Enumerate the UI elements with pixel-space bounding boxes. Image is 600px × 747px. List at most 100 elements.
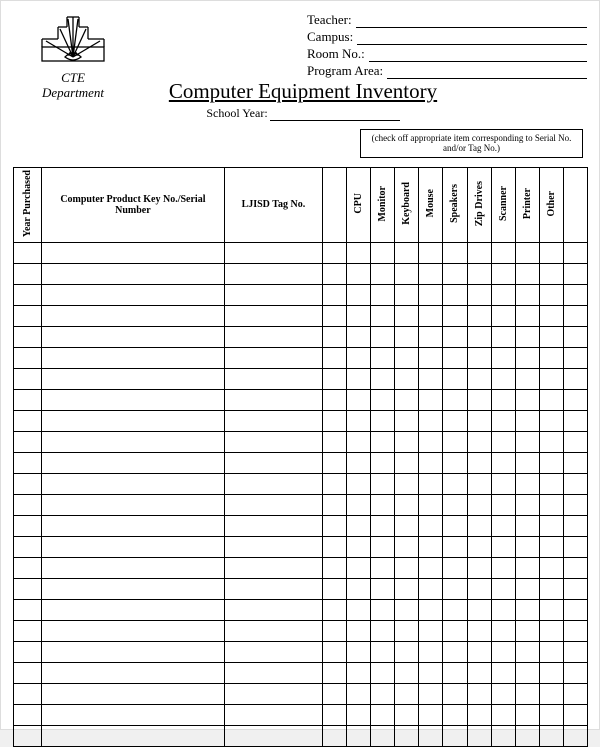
table-cell[interactable] <box>467 600 491 621</box>
table-cell[interactable] <box>371 432 395 453</box>
table-cell[interactable] <box>42 579 225 600</box>
table-cell[interactable] <box>42 516 225 537</box>
table-cell[interactable] <box>323 327 347 348</box>
table-cell[interactable] <box>443 411 467 432</box>
table-cell[interactable] <box>323 642 347 663</box>
table-cell[interactable] <box>467 684 491 705</box>
table-cell[interactable] <box>539 558 563 579</box>
table-cell[interactable] <box>323 705 347 726</box>
table-cell[interactable] <box>539 453 563 474</box>
table-cell[interactable] <box>491 705 515 726</box>
table-cell[interactable] <box>347 600 371 621</box>
table-cell[interactable] <box>42 285 225 306</box>
table-cell[interactable] <box>395 684 419 705</box>
table-cell[interactable] <box>224 558 322 579</box>
table-cell[interactable] <box>224 411 322 432</box>
table-cell[interactable] <box>515 411 539 432</box>
table-cell[interactable] <box>515 642 539 663</box>
table-cell[interactable] <box>371 537 395 558</box>
table-cell[interactable] <box>42 537 225 558</box>
table-cell[interactable] <box>224 621 322 642</box>
table-cell[interactable] <box>347 474 371 495</box>
table-cell[interactable] <box>371 558 395 579</box>
table-cell[interactable] <box>371 663 395 684</box>
table-cell[interactable] <box>467 369 491 390</box>
table-cell[interactable] <box>395 705 419 726</box>
table-cell[interactable] <box>539 705 563 726</box>
table-cell[interactable] <box>371 390 395 411</box>
table-cell[interactable] <box>563 390 587 411</box>
table-cell[interactable] <box>443 432 467 453</box>
table-cell[interactable] <box>467 306 491 327</box>
table-cell[interactable] <box>491 285 515 306</box>
table-cell[interactable] <box>347 348 371 369</box>
table-cell[interactable] <box>224 705 322 726</box>
table-cell[interactable] <box>563 726 587 747</box>
table-cell[interactable] <box>42 684 225 705</box>
table-cell[interactable] <box>323 453 347 474</box>
table-cell[interactable] <box>224 453 322 474</box>
table-cell[interactable] <box>371 369 395 390</box>
table-cell[interactable] <box>443 327 467 348</box>
table-cell[interactable] <box>371 243 395 264</box>
table-cell[interactable] <box>347 663 371 684</box>
table-cell[interactable] <box>491 516 515 537</box>
table-cell[interactable] <box>491 390 515 411</box>
table-cell[interactable] <box>515 621 539 642</box>
table-cell[interactable] <box>42 327 225 348</box>
table-cell[interactable] <box>539 411 563 432</box>
table-cell[interactable] <box>443 285 467 306</box>
table-cell[interactable] <box>491 558 515 579</box>
table-cell[interactable] <box>42 432 225 453</box>
table-cell[interactable] <box>224 495 322 516</box>
table-cell[interactable] <box>443 621 467 642</box>
table-cell[interactable] <box>563 558 587 579</box>
table-cell[interactable] <box>491 453 515 474</box>
school-year-input-line[interactable] <box>270 106 400 121</box>
table-cell[interactable] <box>14 411 42 432</box>
table-cell[interactable] <box>224 516 322 537</box>
table-cell[interactable] <box>515 516 539 537</box>
table-cell[interactable] <box>491 264 515 285</box>
table-cell[interactable] <box>563 621 587 642</box>
table-cell[interactable] <box>563 369 587 390</box>
table-cell[interactable] <box>42 348 225 369</box>
table-cell[interactable] <box>491 432 515 453</box>
table-cell[interactable] <box>419 285 443 306</box>
table-cell[interactable] <box>443 642 467 663</box>
table-cell[interactable] <box>515 684 539 705</box>
table-cell[interactable] <box>371 411 395 432</box>
table-cell[interactable] <box>467 663 491 684</box>
table-cell[interactable] <box>563 348 587 369</box>
table-cell[interactable] <box>563 453 587 474</box>
table-cell[interactable] <box>323 663 347 684</box>
table-cell[interactable] <box>467 516 491 537</box>
table-cell[interactable] <box>443 600 467 621</box>
table-cell[interactable] <box>323 621 347 642</box>
table-cell[interactable] <box>515 285 539 306</box>
table-cell[interactable] <box>224 306 322 327</box>
table-cell[interactable] <box>323 243 347 264</box>
table-cell[interactable] <box>443 243 467 264</box>
table-cell[interactable] <box>224 327 322 348</box>
table-cell[interactable] <box>371 684 395 705</box>
table-cell[interactable] <box>224 579 322 600</box>
table-cell[interactable] <box>515 243 539 264</box>
table-cell[interactable] <box>515 390 539 411</box>
table-cell[interactable] <box>323 348 347 369</box>
table-cell[interactable] <box>491 495 515 516</box>
table-cell[interactable] <box>395 432 419 453</box>
table-cell[interactable] <box>515 264 539 285</box>
table-cell[interactable] <box>515 327 539 348</box>
table-cell[interactable] <box>539 579 563 600</box>
table-cell[interactable] <box>443 537 467 558</box>
table-cell[interactable] <box>14 663 42 684</box>
table-cell[interactable] <box>419 579 443 600</box>
table-cell[interactable] <box>395 243 419 264</box>
table-cell[interactable] <box>563 432 587 453</box>
table-cell[interactable] <box>42 474 225 495</box>
table-cell[interactable] <box>323 600 347 621</box>
table-cell[interactable] <box>347 537 371 558</box>
table-cell[interactable] <box>515 558 539 579</box>
table-cell[interactable] <box>515 432 539 453</box>
